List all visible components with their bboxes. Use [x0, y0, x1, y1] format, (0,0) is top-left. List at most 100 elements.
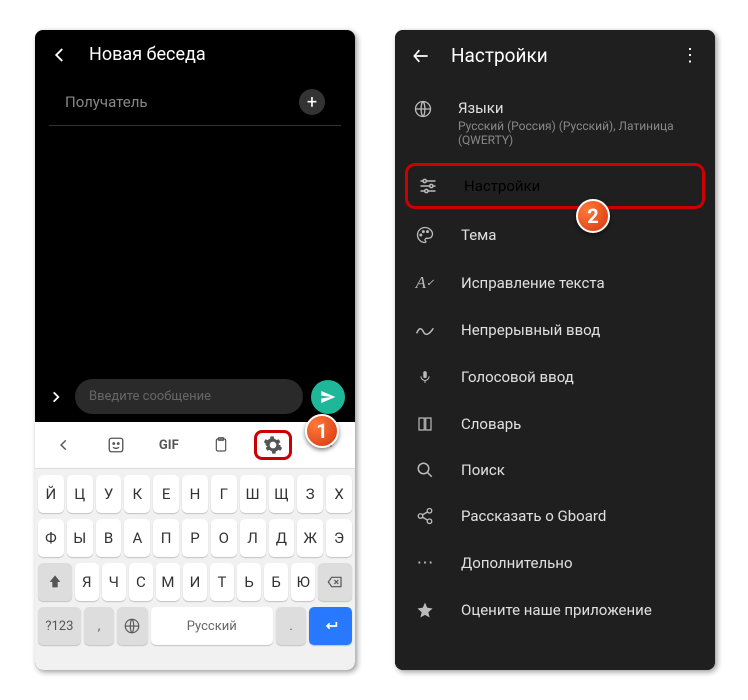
header: Новая беседа: [35, 30, 355, 79]
setting-label: Поиск: [461, 461, 505, 479]
book-icon: [413, 415, 437, 433]
setting-label: Словарь: [461, 415, 521, 433]
annotation-badge-2: 2: [576, 199, 610, 233]
keyboard-rows: ЙЦУКЕНГШЩЗХ ФЫВАПРОЛДЖЭ ЯЧСМИТЬБЮ ?123 ,…: [35, 469, 355, 657]
key-Б[interactable]: Б: [264, 563, 288, 601]
setting-theme[interactable]: Тема: [395, 211, 715, 259]
setting-label: Рассказать о Gboard: [461, 507, 606, 525]
message-input[interactable]: Введите сообщение: [75, 379, 303, 414]
key-П[interactable]: П: [153, 519, 179, 557]
setting-label: Настройки: [464, 177, 540, 195]
key-Г[interactable]: Г: [211, 475, 237, 513]
backspace-key[interactable]: [318, 563, 352, 601]
clipboard-icon[interactable]: [196, 428, 246, 462]
setting-subtitle: Русский (Россия) (Русский), Латиница (QW…: [458, 119, 697, 147]
comma-key[interactable]: ,: [84, 607, 115, 645]
key-Ь[interactable]: Ь: [237, 563, 261, 601]
setting-dictionary[interactable]: Словарь: [395, 401, 715, 447]
key-Р[interactable]: Р: [182, 519, 208, 557]
page-title: Новая беседа: [89, 44, 206, 65]
text-icon: A✓: [413, 273, 437, 293]
annotation-badge-1: 1: [305, 414, 339, 448]
mic-icon: [413, 367, 437, 387]
expand-icon[interactable]: [45, 386, 67, 408]
setting-search[interactable]: Поиск: [395, 447, 715, 493]
setting-rate[interactable]: Оцените наше приложение: [395, 587, 715, 633]
setting-share[interactable]: Рассказать о Gboard: [395, 493, 715, 539]
key-С[interactable]: С: [129, 563, 153, 601]
star-icon: [413, 601, 437, 619]
settings-header: Настройки ⋮: [395, 30, 715, 81]
palette-icon: [413, 225, 437, 245]
key-Ш[interactable]: Ш: [240, 475, 266, 513]
setting-preferences-highlighted[interactable]: Настройки: [405, 163, 705, 209]
key-Ц[interactable]: Ц: [67, 475, 93, 513]
key-А[interactable]: А: [124, 519, 150, 557]
setting-advanced[interactable]: ⋯ Дополнительно: [395, 539, 715, 587]
conversation-area: [35, 126, 355, 371]
key-В[interactable]: В: [96, 519, 122, 557]
setting-label: Дополнительно: [461, 554, 573, 572]
settings-gear-button[interactable]: [248, 428, 298, 462]
key-Э[interactable]: Э: [326, 519, 352, 557]
recipient-placeholder: Получатель: [65, 93, 148, 111]
key-Т[interactable]: Т: [210, 563, 234, 601]
key-Л[interactable]: Л: [240, 519, 266, 557]
more-horizontal-icon: ⋯: [413, 553, 437, 573]
message-input-row: Введите сообщение: [35, 371, 355, 422]
key-Ю[interactable]: Ю: [291, 563, 315, 601]
setting-label: Исправление текста: [461, 274, 605, 292]
symbols-key[interactable]: ?123: [38, 607, 81, 645]
send-button[interactable]: [311, 380, 345, 414]
key-Я[interactable]: Я: [75, 563, 99, 601]
key-Ы[interactable]: Ы: [67, 519, 93, 557]
key-О[interactable]: О: [211, 519, 237, 557]
toolbar-collapse-icon[interactable]: [39, 428, 89, 462]
settings-list: Языки Русский (Россия) (Русский), Латини…: [395, 81, 715, 670]
sliders-icon: [416, 176, 440, 196]
enter-key[interactable]: [309, 607, 352, 645]
key-З[interactable]: З: [297, 475, 323, 513]
back-arrow-icon[interactable]: [411, 46, 431, 66]
key-И[interactable]: И: [183, 563, 207, 601]
setting-label: Оцените наше приложение: [461, 601, 652, 619]
key-Д[interactable]: Д: [269, 519, 295, 557]
key-Ж[interactable]: Ж: [297, 519, 323, 557]
key-Ф[interactable]: Ф: [38, 519, 64, 557]
setting-text-correction[interactable]: A✓ Исправление текста: [395, 259, 715, 307]
setting-voice-typing[interactable]: Голосовой ввод: [395, 353, 715, 401]
key-Е[interactable]: Е: [153, 475, 179, 513]
setting-label: Тема: [461, 226, 496, 244]
key-М[interactable]: М: [156, 563, 180, 601]
share-icon: [413, 507, 437, 525]
setting-glide-typing[interactable]: Непрерывный ввод: [395, 307, 715, 353]
search-icon: [413, 461, 437, 479]
setting-languages[interactable]: Языки Русский (Россия) (Русский), Латини…: [395, 89, 715, 161]
period-key[interactable]: .: [276, 607, 307, 645]
setting-label: Непрерывный ввод: [461, 321, 600, 339]
key-Х[interactable]: Х: [326, 475, 352, 513]
key-Щ[interactable]: Щ: [269, 475, 295, 513]
key-У[interactable]: У: [96, 475, 122, 513]
key-Н[interactable]: Н: [182, 475, 208, 513]
recipient-field[interactable]: Получатель +: [49, 79, 341, 126]
more-menu-icon[interactable]: ⋮: [681, 45, 699, 66]
key-К[interactable]: К: [124, 475, 150, 513]
phone-settings: Настройки ⋮ Языки Русский (Россия) (Русс…: [395, 30, 715, 670]
globe-icon: [413, 99, 434, 119]
setting-label: Языки: [458, 99, 697, 117]
back-arrow-icon[interactable]: [51, 46, 69, 64]
space-key[interactable]: Русский: [151, 607, 273, 645]
key-Ч[interactable]: Ч: [102, 563, 126, 601]
setting-label: Голосовой ввод: [461, 368, 574, 386]
phone-messaging: Новая беседа Получатель + Введите сообще…: [35, 30, 355, 670]
language-key[interactable]: [117, 607, 148, 645]
gif-button[interactable]: GIF: [144, 428, 194, 462]
sticker-icon[interactable]: [91, 428, 141, 462]
keyboard: GIF ⋯ ЙЦУКЕНГШЩЗХ ФЫВАПРОЛДЖЭ ЯЧСМИТЬБЮ …: [35, 422, 355, 670]
add-recipient-button[interactable]: +: [299, 89, 325, 115]
shift-key[interactable]: [38, 563, 72, 601]
gesture-icon: [413, 322, 437, 338]
settings-title: Настройки: [451, 44, 681, 67]
key-Й[interactable]: Й: [38, 475, 64, 513]
